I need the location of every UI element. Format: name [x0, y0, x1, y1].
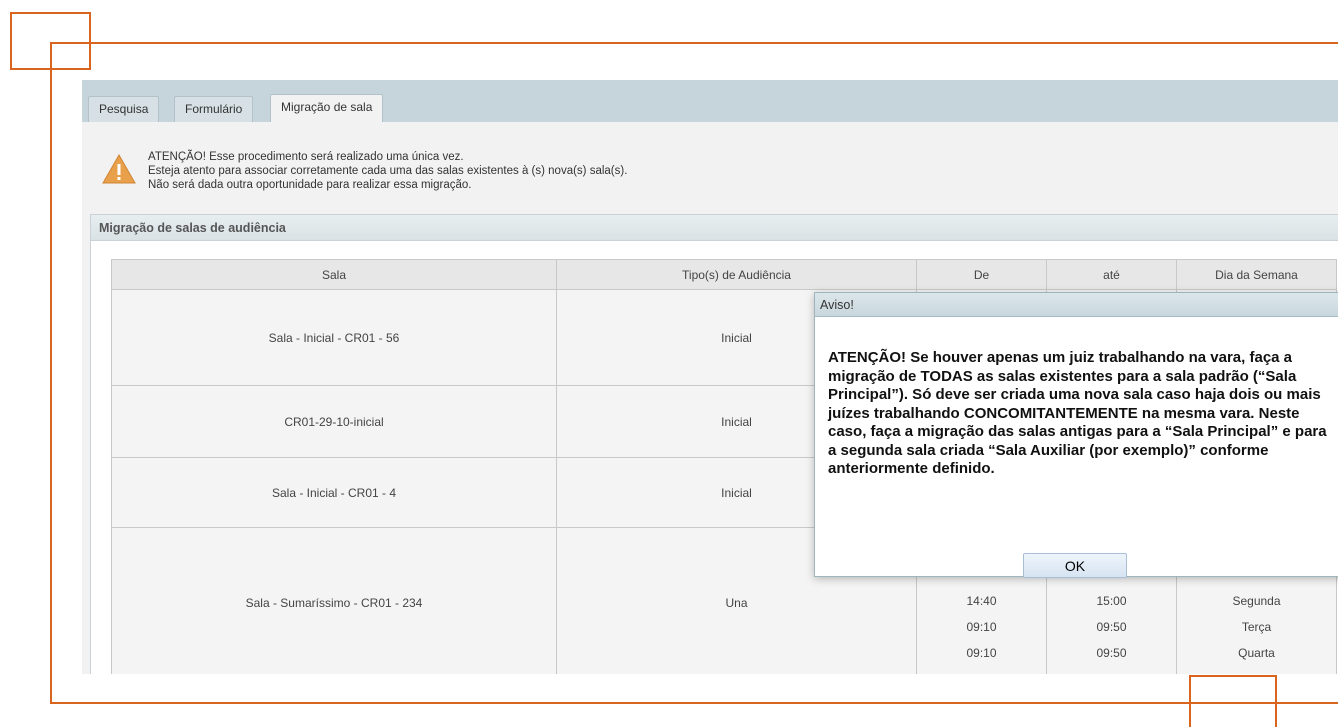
cell-sala: Sala - Sumaríssimo - CR01 - 234 — [111, 527, 557, 674]
frame-corner-bottom-right — [1189, 675, 1277, 727]
time-value: 09:10 — [966, 645, 997, 660]
frame-line-left — [50, 42, 52, 704]
tab-formulario[interactable]: Formulário — [174, 96, 254, 122]
warning-line: ATENÇÃO! Esse procedimento será realizad… — [148, 151, 464, 163]
warning-line: Esteja atento para associar corretamente… — [148, 165, 628, 177]
col-header-tipo[interactable]: Tipo(s) de Audiência — [556, 259, 917, 290]
ok-button[interactable]: OK — [1023, 553, 1127, 578]
warning-triangle-icon — [102, 154, 136, 184]
time-value: 14:40 — [966, 593, 997, 608]
time-value: 09:10 — [966, 619, 997, 634]
weekday-value: Segunda — [1232, 593, 1281, 608]
time-value: 15:00 — [1096, 593, 1127, 608]
time-value: 09:50 — [1096, 619, 1127, 634]
tab-pesquisa[interactable]: Pesquisa — [88, 96, 160, 122]
tab-bar: Pesquisa Formulário Migração de sala — [82, 80, 1338, 122]
dialog-message: ATENÇÃO! Se houver apenas um juiz trabal… — [828, 349, 1327, 477]
dialog-title[interactable]: Aviso! — [815, 293, 1338, 317]
col-header-dia-semana[interactable]: Dia da Semana — [1176, 259, 1337, 290]
weekday-value: Terça — [1241, 619, 1272, 634]
warning-line: Não será dada outra oportunidade para re… — [148, 179, 472, 191]
aviso-dialog: Aviso! ATENÇÃO! Se houver apenas um juiz… — [814, 292, 1338, 578]
warning-text: ATENÇÃO! Esse procedimento será realizad… — [148, 150, 627, 192]
weekday-value: Quarta — [1238, 645, 1275, 660]
frame-line-bottom — [50, 702, 1338, 704]
col-header-de[interactable]: De — [916, 259, 1047, 290]
section-title: Migração de salas de audiência — [91, 215, 1338, 241]
cell-sala: Sala - Inicial - CR01 - 4 — [111, 457, 557, 528]
cell-sala: Sala - Inicial - CR01 - 56 — [111, 289, 557, 386]
time-value: 09:50 — [1096, 645, 1127, 660]
cell-sala: CR01-29-10-inicial — [111, 385, 557, 458]
col-header-sala[interactable]: Sala — [111, 259, 557, 290]
col-header-ate[interactable]: até — [1046, 259, 1177, 290]
tab-migracao-de-sala[interactable]: Migração de sala — [270, 94, 384, 122]
frame-line-top — [50, 42, 1338, 44]
table-header-row: Sala Tipo(s) de Audiência De até Dia da … — [111, 259, 1337, 290]
